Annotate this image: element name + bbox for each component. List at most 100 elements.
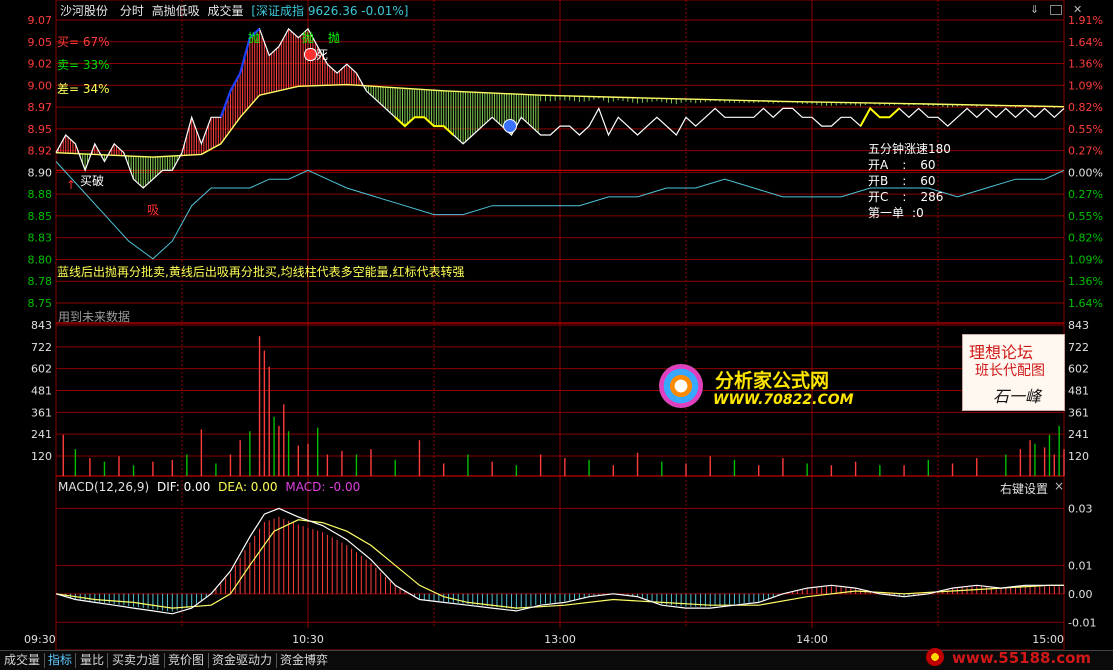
yellow-buy-segment — [859, 106, 900, 127]
time-tick-label: 09:30 — [24, 633, 56, 646]
stats-a: 开A:60 — [868, 158, 936, 172]
grid-lines — [55, 0, 1065, 628]
price-tick-label: 8.85 — [28, 210, 53, 223]
volume-tick-label: 602 — [31, 363, 52, 376]
diff-ratio: 差= 34% — [57, 82, 110, 96]
time-tick-label: 14:00 — [796, 633, 828, 646]
time-tick-label: 13:00 — [544, 633, 576, 646]
up-arrow-icon: ↑ — [66, 178, 77, 192]
arrow-icon[interactable]: ⇓ — [1030, 3, 1040, 16]
mode-label[interactable]: 分时 — [120, 4, 144, 18]
price-tick-label: 9.05 — [28, 36, 53, 49]
close-icon[interactable]: ✕ — [1073, 3, 1082, 16]
volume-tick-label: 120 — [31, 450, 52, 463]
price-tick-label: 9.02 — [28, 58, 53, 71]
price-tick-label: 8.83 — [28, 232, 53, 245]
volume-tick-label-right: 241 — [1068, 428, 1089, 441]
time-tick-label: 15:00 — [1032, 633, 1064, 646]
macd-title[interactable]: MACD(12,26,9) — [58, 480, 149, 494]
tab-volume[interactable]: 成交量 — [1, 652, 43, 669]
buy-break-mark: 买破 — [80, 174, 105, 188]
axis-labels: 9.07 1.91%9.05 1.64%9.02 1.36%9.00 1.09%8.97… — [24, 14, 1103, 646]
index-readout: [深证成指 9626.36 -0.01%] — [251, 4, 409, 18]
tab-fund-drive[interactable]: 资金驱动力 — [209, 652, 275, 669]
tab-indicator[interactable]: 指标 — [45, 652, 75, 669]
trading-terminal: 9.07 1.91% 9.05 1.64% 9.02 1.36% 9.00 1.09% 8.97… — [0, 0, 1113, 670]
price-tick-label: 8.90 — [28, 166, 53, 179]
pct-tick-label: 1.36% — [1068, 275, 1103, 288]
tab-auction[interactable]: 竞价图 — [165, 652, 207, 669]
low-mark: 吸 — [147, 203, 160, 217]
sell-mark-3: 抛 — [328, 31, 341, 45]
volume-tick-label: 481 — [31, 385, 52, 398]
macd-value: MACD: -0.00 — [285, 480, 361, 494]
yellow-buy-segment — [394, 116, 455, 136]
pct-tick-label: 1.64% — [1068, 297, 1103, 310]
tab-volume-ratio[interactable]: 量比 — [77, 652, 107, 669]
volume-tick-label: 361 — [31, 406, 52, 419]
price-tick-label: 8.88 — [28, 188, 53, 201]
bottom-tab-bar: 成交量 指标 量比 买卖力道 竞价图 资金驱动力 资金博弈 www.55188.… — [0, 647, 1113, 670]
pct-tick-label: 0.82% — [1068, 101, 1103, 114]
macd-dea: DEA: 0.00 — [218, 480, 278, 494]
future-data-note: 用到未来数据 — [58, 310, 131, 324]
tab-buy-sell-power[interactable]: 买卖力道 — [109, 652, 163, 669]
volume-tick-label-right: 602 — [1068, 363, 1089, 376]
corner-watermark: www.55188.com — [922, 647, 1112, 670]
stats-c: 开C:286 — [868, 190, 944, 204]
square-icon[interactable] — [1049, 5, 1062, 15]
stock-name[interactable]: 沙河股份 — [60, 4, 108, 18]
volume-tick-label-right: 722 — [1068, 341, 1089, 354]
face-icon — [503, 119, 517, 133]
time-tick-label: 10:30 — [292, 633, 324, 646]
death-mark: 死 — [316, 48, 329, 62]
pct-tick-label: 1.36% — [1068, 58, 1103, 71]
pct-tick-label: 0.27% — [1068, 145, 1103, 158]
price-tick-label: 8.75 — [28, 297, 53, 310]
brand-watermark: 分析家公式网 WWW.70822.COM — [657, 362, 855, 412]
flower-logo-icon — [659, 364, 703, 408]
tab-fund-game[interactable]: 资金博弈 — [277, 652, 331, 669]
macd-tick-label: 0.01 — [1068, 559, 1093, 572]
price-tick-label: 8.95 — [28, 123, 53, 136]
volume-tick-label-right: 481 — [1068, 385, 1089, 398]
pct-tick-label: 1.09% — [1068, 79, 1103, 92]
sell-mark-1: 抛 — [248, 31, 261, 45]
pct-tick-label: 0.55% — [1068, 210, 1103, 223]
indicator-label[interactable]: 高抛低吸 — [152, 4, 200, 18]
pct-tick-label: 0.55% — [1068, 123, 1103, 136]
price-tick-label: 8.80 — [28, 253, 53, 266]
pct-tick-label: 0.82% — [1068, 232, 1103, 245]
price-tick-label: 8.97 — [28, 101, 53, 114]
volume-label[interactable]: 成交量 — [208, 4, 244, 18]
macd-tick-label: 0.00 — [1068, 588, 1093, 601]
volume-tick-label: 843 — [31, 319, 52, 332]
volume-tick-label-right: 120 — [1068, 450, 1089, 463]
volume-tick-label: 241 — [31, 428, 52, 441]
macd-tick-label: -0.01 — [1068, 616, 1096, 629]
forum-watermark: 理想论坛 班长代配图 石一峰 — [962, 334, 1065, 411]
pct-tick-label: 1.64% — [1068, 36, 1103, 49]
volume-tick-label-right: 843 — [1068, 319, 1089, 332]
price-tick-label: 8.92 — [28, 145, 53, 158]
stats-b: 开B:60 — [868, 174, 936, 188]
price-tick-label: 9.07 — [28, 14, 53, 27]
sell-mark-2: 抛 — [302, 31, 315, 45]
sell-ratio: 卖= 33% — [57, 58, 110, 72]
corner-logo-icon — [926, 648, 944, 666]
volume-pane[interactable] — [62, 336, 1065, 476]
price-tick-label: 9.00 — [28, 79, 53, 92]
description-note: 蓝线后出抛再分批卖,黄线后出吸再分批买,均线柱代表多空能量,红标代表转强 — [57, 265, 465, 279]
pct-tick-label: 1.09% — [1068, 253, 1103, 266]
price-tick-label: 8.78 — [28, 275, 53, 288]
macd-tick-label: 0.03 — [1068, 502, 1093, 515]
stats-title: 五分钟涨速180 — [868, 142, 951, 156]
intraday-chart[interactable]: 9.07 1.91%9.05 1.64%9.02 1.36%9.00 1.09%8.97… — [0, 0, 1113, 650]
stats-first: 第一单:0 — [868, 206, 924, 220]
volume-tick-label-right: 361 — [1068, 406, 1089, 419]
macd-dif: DIF: 0.00 — [156, 480, 211, 494]
right-click-settings[interactable]: 右键设置 — [1000, 480, 1048, 497]
volume-tick-label: 722 — [31, 341, 52, 354]
pct-tick-label: 0.27% — [1068, 188, 1103, 201]
macd-close-icon[interactable]: × — [1054, 479, 1064, 493]
